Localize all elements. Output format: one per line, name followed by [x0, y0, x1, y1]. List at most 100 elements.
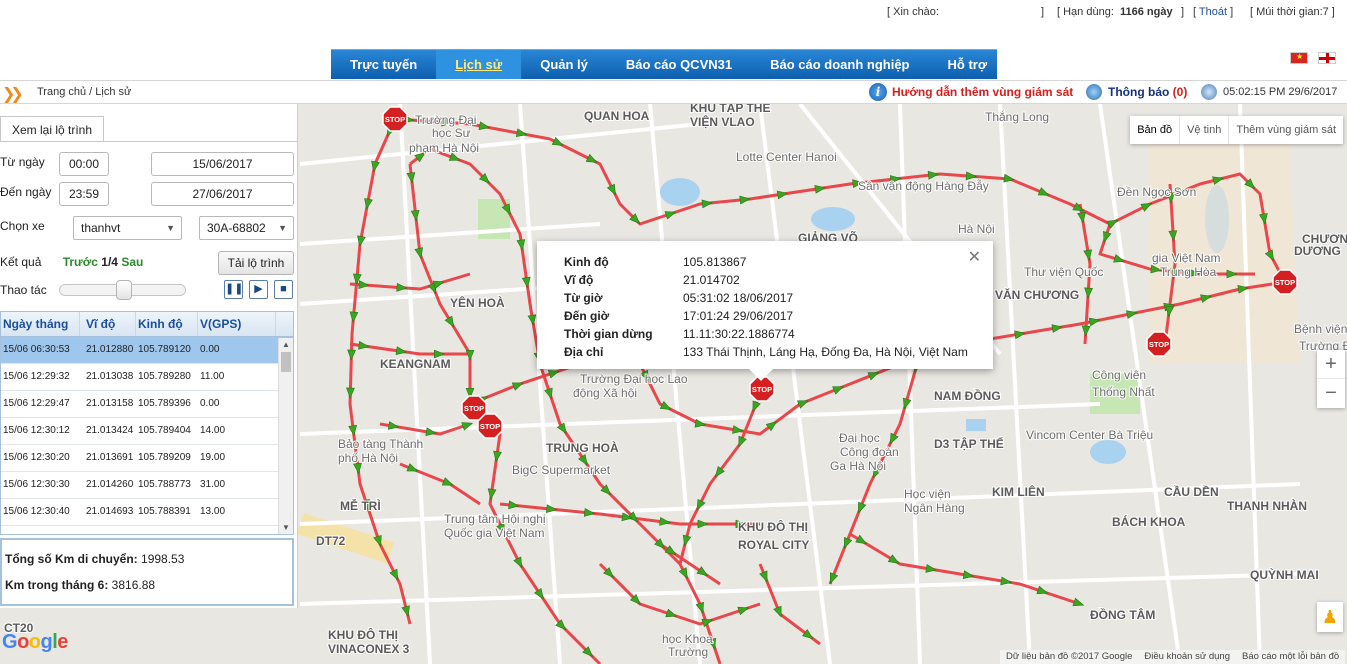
scroll-down-icon[interactable]: ▼	[282, 523, 290, 532]
map-place-label: Công đoàn	[840, 445, 899, 459]
next-page-link[interactable]: Sau	[121, 255, 143, 269]
zoom-in-button[interactable]: +	[1317, 350, 1345, 379]
map-place-label: VIỆN VLAO	[690, 114, 755, 129]
direction-arrow-icon	[493, 450, 502, 463]
map-place-label: DƯƠNG	[1294, 244, 1341, 258]
notification-link[interactable]: Thông báo (0)	[1108, 85, 1187, 99]
nav-report-qcvn31[interactable]: Báo cáo QCVN31	[607, 50, 751, 79]
direction-arrow-icon	[349, 311, 359, 323]
column-header[interactable]: Ngày tháng	[1, 312, 80, 336]
stop-button[interactable]: ■	[274, 280, 293, 299]
zoom-out-button[interactable]: −	[1317, 379, 1345, 408]
column-header[interactable]: V(GPS)	[198, 312, 276, 336]
nav-support[interactable]: Hỗ trợ	[929, 50, 1007, 79]
user-select[interactable]: thanhvt ▼	[73, 216, 182, 240]
zoom-control: + −	[1317, 350, 1345, 408]
slider-handle[interactable]	[116, 280, 132, 300]
table-cell: 21.013038	[86, 371, 134, 382]
guide-link[interactable]: Hướng dẫn thêm vùng giám sát	[892, 85, 1073, 99]
info-icon[interactable]: i	[869, 83, 887, 101]
direction-arrow-icon	[814, 185, 826, 194]
prev-page-link[interactable]: Trước	[63, 255, 98, 269]
english-flag-icon[interactable]	[1318, 52, 1336, 64]
tab-route-playback[interactable]: Xem lại lộ trình	[0, 116, 104, 142]
table-row[interactable]: 15/06 12:29:47 21.013158 105.789396 0.00	[1, 391, 293, 418]
table-row[interactable]: 15/06 12:29:32 21.013038 105.789280 11.00	[1, 364, 293, 391]
lake	[811, 207, 855, 231]
map-place-label: gia Việt Nam	[1152, 251, 1220, 265]
map-place-label: Sân vận động Hàng Đẫy	[858, 178, 989, 193]
map-type-satellite[interactable]: Vệ tinh	[1179, 116, 1228, 144]
total-km-value: 1998.53	[141, 552, 185, 566]
table-header: Ngày tháng Vĩ độ Kinh độ V(GPS)	[1, 312, 293, 337]
stop-marker-icon[interactable]: STOP	[1146, 331, 1172, 357]
terms-link[interactable]: Điều khoản sử dụng	[1144, 650, 1230, 664]
stop-marker-icon[interactable]: STOP	[382, 106, 408, 132]
pause-button[interactable]: ❚❚	[224, 280, 243, 299]
route-points-table: Ngày tháng Vĩ độ Kinh độ V(GPS) 15/06 06…	[0, 311, 294, 535]
table-cell: 21.012880	[86, 344, 134, 355]
table-cell: 105.789280	[138, 371, 191, 382]
table-cell: 105.788773	[138, 479, 191, 490]
nav-online[interactable]: Trực tuyến	[331, 50, 436, 79]
to-date-input[interactable]: 27/06/2017	[151, 182, 294, 206]
svg-text:STOP: STOP	[480, 422, 500, 431]
notification-count: (0)	[1172, 85, 1188, 99]
map-place-label: KHU ĐÔ THỊ	[738, 519, 808, 534]
direction-arrow-icon	[858, 501, 867, 514]
scroll-up-icon[interactable]: ▲	[282, 340, 290, 349]
pegman-icon[interactable]: ♟	[1317, 602, 1343, 632]
vertical-scrollbar[interactable]: ▲ ▼	[278, 338, 293, 534]
from-date-input[interactable]: 15/06/2017	[151, 152, 294, 176]
table-cell: 15/06 12:30:20	[3, 452, 70, 463]
table-cell: 105.788391	[138, 506, 191, 517]
stop-marker-icon[interactable]: STOP	[461, 395, 487, 421]
direction-arrow-icon	[1000, 576, 1012, 586]
vietnam-flag-icon[interactable]	[1290, 52, 1308, 64]
add-geofence-button[interactable]: Thêm vùng giám sát	[1228, 116, 1343, 144]
map-type-roadmap[interactable]: Bản đồ	[1130, 116, 1179, 144]
map-place-label: Lotte Center Hanoi	[736, 150, 837, 164]
report-error-link[interactable]: Báo cáo một lỗi bản đồ	[1242, 650, 1339, 664]
scroll-thumb[interactable]	[281, 352, 291, 372]
map-place-label: THANH NHÀN	[1227, 498, 1307, 513]
expiry-label: [ Hạn dùng:	[1057, 6, 1114, 18]
map-place-label: VINACONEX 3	[328, 642, 410, 656]
map-place-label: Đền Ngọc Sơn	[1117, 185, 1196, 199]
page-indicator: 1/4	[101, 255, 118, 269]
table-cell: 0.00	[200, 344, 220, 355]
user-select-value: thanhvt	[81, 221, 121, 235]
globe-icon[interactable]	[1086, 84, 1102, 100]
table-row[interactable]: 15/06 12:30:12 21.013424 105.789404 14.00	[1, 418, 293, 445]
table-row[interactable]: 15/06 12:30:40 21.014693 105.788391 13.00	[1, 499, 293, 526]
play-button[interactable]: ▶	[249, 280, 268, 299]
column-header[interactable]: Vĩ độ	[80, 312, 136, 336]
playback-speed-slider[interactable]	[59, 280, 186, 300]
direction-arrow-icon	[410, 210, 420, 222]
column-header[interactable]: Kinh độ	[136, 312, 198, 336]
to-time-input[interactable]: 23:59	[59, 182, 109, 206]
logout-link[interactable]: Thoát	[1199, 6, 1227, 18]
nav-manage[interactable]: Quản lý	[521, 50, 607, 79]
map-place-label: Trường Đại	[415, 113, 476, 127]
direction-arrow-icon	[1037, 187, 1050, 196]
svg-text:STOP: STOP	[1275, 278, 1295, 287]
from-time-input[interactable]: 00:00	[59, 152, 109, 176]
table-row[interactable]: 15/06 06:30:53 21.012880 105.789120 0.00	[1, 337, 293, 364]
map-place-label: động Xã hội	[573, 386, 637, 400]
table-cell: 14.00	[200, 425, 226, 436]
close-icon[interactable]: ✕	[968, 247, 981, 267]
table-row[interactable]: 15/06 12:30:30 21.014260 105.788773 31.00	[1, 472, 293, 499]
direction-arrow-icon	[1072, 597, 1085, 607]
nav-report-business[interactable]: Báo cáo doanh nghiệp	[751, 50, 928, 79]
direction-arrow-icon	[1077, 211, 1086, 224]
load-route-button[interactable]: Tải lộ trình	[218, 251, 294, 275]
map-place-label: BÁCH KHOA	[1112, 514, 1186, 529]
stop-marker-icon[interactable]: STOP	[1272, 269, 1298, 295]
nav-history[interactable]: Lịch sử	[436, 50, 522, 79]
plate-select[interactable]: 30A-68802 ▼	[199, 216, 294, 240]
info-value: 11.11:30:22.1886774	[683, 327, 795, 341]
direction-arrow-icon	[347, 349, 356, 361]
table-row[interactable]: 15/06 12:30:20 21.013691 105.789209 19.00	[1, 445, 293, 472]
top-info-bar: [ Xin chào: ] [ Hạn dùng: 1166 ngày ] [ …	[887, 6, 1335, 18]
